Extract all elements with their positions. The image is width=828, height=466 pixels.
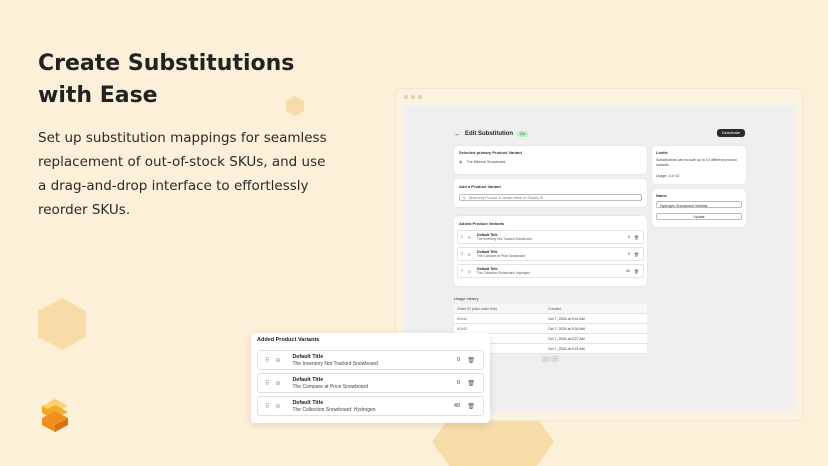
drag-handle-icon[interactable]: ⠿ [265, 380, 269, 387]
limits-card: Limits Substitutions can include up to 1… [652, 146, 746, 184]
variant-product: The Compare at Price Snowboard [477, 254, 526, 258]
variant-title: Default Title [292, 353, 324, 360]
trash-icon[interactable]: 🗑 [467, 403, 475, 410]
variant-names: Default Title The Collection Snowboard: … [292, 400, 375, 413]
product-image-icon: ▣ [459, 160, 463, 164]
update-button[interactable]: Update [656, 213, 742, 220]
variant-quantity: 0 [457, 357, 460, 363]
trash-icon[interactable]: 🗑 [634, 235, 639, 240]
added-variants-zoom-heading: Added Product Variants [257, 337, 320, 343]
app-header: ← Edit Substitution On Deactivate [454, 128, 745, 140]
variant-product: The Inventory Not Tracked Snowboard [477, 237, 532, 241]
drag-handle-icon[interactable]: ⠿ [265, 403, 269, 410]
primary-variant-card: Selected primary Product Variant ▣ The M… [454, 146, 647, 174]
variant-title: Default Title [292, 376, 324, 383]
add-variant-heading: Add a Product Variant [459, 184, 501, 189]
name-card: Name Hydrogen Snowboard Variants Update [652, 189, 746, 227]
variant-product: The Compare at Price Snowboard [292, 383, 369, 390]
variant-search-input[interactable]: ⚲ Search by Product & Variant name or Sh… [459, 194, 642, 201]
limits-description: Substitutions can include up to 10 diffe… [656, 158, 737, 167]
created-date: Oct 7, 2024 at 5:41 AM [548, 316, 585, 321]
variant-row[interactable]: ⠿ ⊖ Default Title The Collection Snowboa… [457, 264, 644, 278]
variant-quantity: 0 [628, 252, 630, 256]
product-image-icon: ⊖ [467, 251, 471, 257]
deactivate-button[interactable]: Deactivate [717, 129, 745, 137]
variant-product: The Collection Snowboard: Hydrogen [477, 271, 530, 275]
usage-history-heading: Usage history [454, 296, 479, 301]
window-controls [404, 95, 422, 99]
variant-row[interactable]: ⠿ ⊖ Default Title The Inventory Not Trac… [257, 350, 484, 370]
added-variants-card: Added Product Variants ⠿ ⊖ Default Title… [454, 216, 647, 286]
pagination: ‹ › [542, 356, 559, 362]
variant-names: Default Title The Collection Snowboard: … [477, 267, 530, 275]
variant-quantity: 0 [457, 380, 460, 386]
trash-icon[interactable]: 🗑 [634, 269, 639, 274]
variant-names: Default Title The Compare at Price Snowb… [477, 250, 525, 258]
search-icon: ⚲ [463, 195, 466, 200]
product-image-icon: ⊖ [275, 357, 281, 364]
window-dot[interactable] [411, 95, 415, 99]
marketing-description: Set up substitution mappings for seamles… [38, 130, 327, 218]
drag-handle-icon[interactable]: ⠿ [461, 235, 464, 239]
product-image-icon: ⊖ [275, 380, 281, 387]
order-id-column-header: Order ID (click order link) [457, 306, 497, 311]
variant-product: The Inventory Not Tracked Snowboard [292, 360, 379, 367]
drag-handle-icon[interactable]: ⠿ [265, 357, 269, 364]
variant-row[interactable]: ⠿ ⊖ Default Title The Compare at Price S… [257, 373, 484, 393]
added-variants-heading: Added Product Variants [459, 221, 505, 226]
primary-variant-item: ▣ The Minimal Snowboard [459, 160, 505, 164]
next-page-icon[interactable]: › [551, 356, 559, 362]
product-image-icon: ⊖ [467, 234, 471, 240]
previous-page-icon[interactable]: ‹ [542, 356, 550, 362]
created-column-header: Created [548, 306, 561, 311]
name-input[interactable]: Hydrogen Snowboard Variants [656, 201, 742, 208]
variant-names: Default Title The Compare at Price Snowb… [292, 377, 368, 390]
hexagon-decoration [38, 298, 86, 350]
limits-usage: Usage: 3 of 10 [656, 174, 680, 178]
trash-icon[interactable]: 🗑 [634, 252, 639, 257]
variant-quantity: 49 [626, 269, 630, 273]
headline-line-1: Create Substitutions [38, 51, 295, 76]
name-heading: Name [656, 193, 667, 198]
primary-variant-name: The Minimal Snowboard [466, 160, 506, 164]
variant-names: Default Title The Inventory Not Tracked … [477, 233, 532, 241]
usage-table-header: Order ID (click order link) Created [454, 304, 647, 314]
variant-quantity: 49 [454, 403, 460, 409]
variant-product: The Collection Snowboard: Hydrogen [292, 406, 376, 413]
variant-row[interactable]: ⠿ ⊖ Default Title The Collection Snowboa… [257, 396, 484, 416]
table-row: #1044 Oct 7, 2024 at 5:41 AM [454, 314, 647, 324]
added-variants-zoom-card: Added Product Variants ⠿ ⊖ Default Title… [251, 333, 490, 423]
window-dot[interactable] [418, 95, 422, 99]
back-arrow-icon[interactable]: ← [454, 131, 461, 138]
variant-search-placeholder: Search by Product & Variant name or Shop… [468, 195, 544, 200]
variant-names: Default Title The Inventory Not Tracked … [292, 354, 378, 367]
order-link[interactable]: #1043 [454, 327, 548, 331]
created-date: Oct 7, 2024 at 5:27 AM [548, 336, 585, 341]
primary-variant-heading: Selected primary Product Variant [459, 150, 522, 155]
created-date: Oct 7, 2024 at 5:34 AM [548, 326, 585, 331]
drag-handle-icon[interactable]: ⠿ [461, 269, 464, 273]
created-date: Oct 7, 2024 at 5:21 AM [548, 346, 585, 351]
order-link[interactable]: #1044 [454, 317, 548, 321]
trash-icon[interactable]: 🗑 [467, 357, 475, 364]
status-badge: On [517, 131, 528, 137]
variant-quantity: 0 [628, 235, 630, 239]
limits-heading: Limits [656, 150, 668, 155]
brand-logo [42, 399, 68, 432]
trash-icon[interactable]: 🗑 [467, 380, 475, 387]
variant-title: Default Title [292, 399, 324, 406]
variant-row[interactable]: ⠿ ⊖ Default Title The Inventory Not Trac… [457, 230, 644, 244]
page-title: Edit Substitution [465, 131, 513, 137]
drag-handle-icon[interactable]: ⠿ [461, 252, 464, 256]
headline: Create Substitutions with Ease [38, 48, 338, 112]
headline-line-2: with Ease [38, 83, 158, 108]
variant-row[interactable]: ⠿ ⊖ Default Title The Compare at Price S… [457, 247, 644, 261]
product-image-icon: ⊖ [467, 268, 471, 274]
product-image-icon: ⊖ [275, 403, 281, 410]
add-variant-card: Add a Product Variant ⚲ Search by Produc… [454, 179, 647, 207]
window-dot[interactable] [404, 95, 408, 99]
